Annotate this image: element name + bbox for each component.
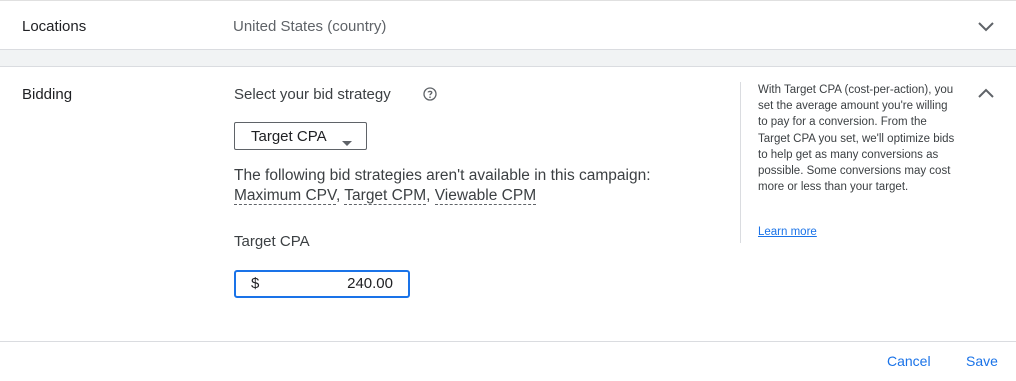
- help-circle-icon[interactable]: [423, 87, 437, 101]
- cancel-button[interactable]: Cancel: [887, 353, 931, 369]
- learn-more-link[interactable]: Learn more: [758, 226, 817, 238]
- chevron-down-icon[interactable]: [976, 17, 996, 37]
- locations-value: United States (country): [233, 18, 387, 35]
- unavailable-strategies-list: Maximum CPV, Target CPM, Viewable CPM: [234, 187, 537, 205]
- bid-strategy-selected: Target CPA: [251, 128, 327, 145]
- locations-label: Locations: [22, 18, 87, 35]
- bidding-label: Bidding: [22, 86, 73, 103]
- section-gap: [0, 50, 1016, 66]
- help-panel: With Target CPA (cost-per-action), you s…: [740, 82, 961, 243]
- strategy-maximum-cpv[interactable]: Maximum CPV: [234, 187, 336, 205]
- target-cpa-value[interactable]: 240.00: [347, 275, 393, 292]
- chevron-up-icon[interactable]: [976, 84, 996, 104]
- bid-strategy-title: Select your bid strategy: [234, 86, 391, 103]
- unavailable-strategies-text: The following bid strategies aren't avai…: [234, 167, 651, 184]
- strategy-viewable-cpm[interactable]: Viewable CPM: [434, 187, 537, 205]
- bid-strategy-dropdown[interactable]: Target CPA: [234, 122, 367, 150]
- bidding-section: Bidding Select your bid strategy Target …: [0, 66, 1016, 342]
- currency-symbol: $: [251, 275, 260, 292]
- caret-down-icon: [342, 134, 352, 152]
- target-cpa-input[interactable]: $ 240.00: [234, 270, 410, 298]
- target-cpa-label: Target CPA: [234, 233, 310, 250]
- locations-section[interactable]: Locations United States (country): [0, 0, 1016, 50]
- help-panel-text: With Target CPA (cost-per-action), you s…: [758, 84, 955, 194]
- save-button[interactable]: Save: [966, 353, 998, 369]
- strategy-target-cpm[interactable]: Target CPM: [344, 187, 427, 205]
